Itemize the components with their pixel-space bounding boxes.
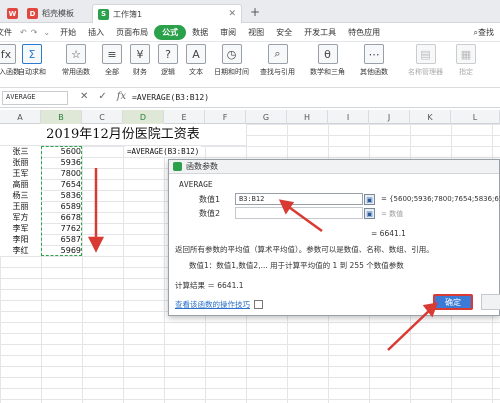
arrow-down-head	[87, 236, 105, 253]
arrow-ok-line	[387, 307, 433, 351]
annotation-arrows	[87, 168, 438, 351]
arrow-arg-head	[278, 199, 295, 215]
arrow-arg-line	[285, 203, 323, 233]
